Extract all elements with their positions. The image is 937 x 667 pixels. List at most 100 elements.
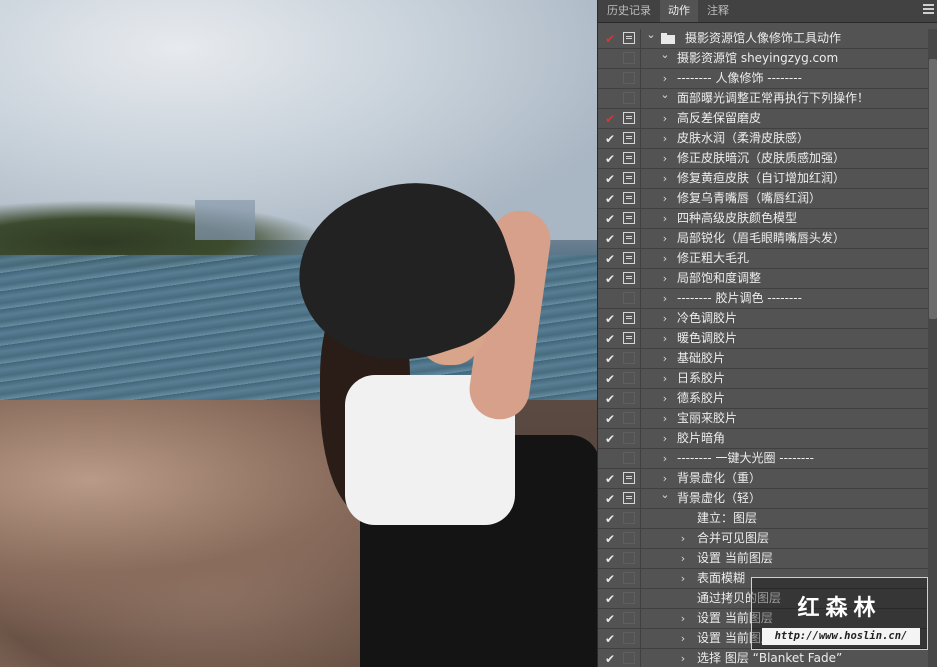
chevron-right-icon[interactable]: › bbox=[659, 369, 671, 388]
action-main[interactable]: › 高反差保留磨皮 bbox=[640, 109, 928, 128]
chevron-right-icon[interactable]: › bbox=[659, 109, 671, 128]
action-main[interactable]: › 修正皮肤暗沉（皮肤质感加强） bbox=[640, 149, 928, 168]
chevron-right-icon[interactable]: › bbox=[659, 269, 671, 288]
action-main[interactable]: › 宝丽来胶片 bbox=[640, 409, 928, 428]
action-main[interactable]: › -------- 胶片调色 -------- bbox=[640, 289, 928, 308]
toggle-check-icon[interactable]: ✔ bbox=[602, 411, 618, 427]
toggle-dialog-icon[interactable] bbox=[623, 32, 635, 44]
toggle-check-icon[interactable]: ✔ bbox=[602, 591, 618, 607]
action-main[interactable]: › 修复乌青嘴唇（嘴唇红润） bbox=[640, 189, 928, 208]
action-main[interactable]: ⌄ 摄影资源馆人像修饰工具动作 bbox=[640, 29, 928, 48]
toggle-dialog-icon[interactable] bbox=[623, 132, 635, 144]
chevron-right-icon[interactable]: › bbox=[659, 149, 671, 168]
action-row[interactable]: › -------- 胶片调色 -------- bbox=[598, 289, 928, 309]
toggle-check-icon[interactable]: ✔ bbox=[602, 611, 618, 627]
toggle-check-icon[interactable] bbox=[602, 51, 618, 67]
toggle-dialog-icon[interactable] bbox=[623, 212, 635, 224]
chevron-right-icon[interactable]: › bbox=[659, 449, 671, 468]
action-row[interactable]: ✔ › 局部饱和度调整 bbox=[598, 269, 928, 289]
action-row[interactable]: ⌄ 摄影资源馆 sheyingzyg.com bbox=[598, 49, 928, 69]
toggle-dialog-icon[interactable] bbox=[623, 252, 635, 264]
chevron-right-icon[interactable]: › bbox=[677, 529, 689, 548]
panel-scrollbar[interactable] bbox=[928, 29, 937, 667]
toggle-dialog-icon[interactable] bbox=[623, 372, 635, 384]
toggle-check-icon[interactable]: ✔ bbox=[602, 311, 618, 327]
action-row[interactable]: ✔ › 修正粗大毛孔 bbox=[598, 249, 928, 269]
action-row[interactable]: ✔ › 选择 图层 “Blanket Fade” bbox=[598, 649, 928, 667]
toggle-dialog-icon[interactable] bbox=[623, 52, 635, 64]
action-main[interactable]: › 局部饱和度调整 bbox=[640, 269, 928, 288]
toggle-dialog-icon[interactable] bbox=[623, 652, 635, 664]
chevron-right-icon[interactable]: › bbox=[677, 649, 689, 667]
action-main[interactable]: › 合并可见图层 bbox=[640, 529, 928, 548]
toggle-dialog-icon[interactable] bbox=[623, 72, 635, 84]
chevron-right-icon[interactable]: › bbox=[659, 349, 671, 368]
toggle-check-icon[interactable]: ✔ bbox=[602, 171, 618, 187]
action-row[interactable]: ✔ › 修正皮肤暗沉（皮肤质感加强） bbox=[598, 149, 928, 169]
chevron-right-icon[interactable]: › bbox=[659, 469, 671, 488]
toggle-dialog-icon[interactable] bbox=[623, 112, 635, 124]
action-main[interactable]: ⌄ 摄影资源馆 sheyingzyg.com bbox=[640, 49, 928, 68]
action-row[interactable]: ✔ ⌄ 摄影资源馆人像修饰工具动作 bbox=[598, 29, 928, 49]
action-main[interactable]: › -------- 人像修饰 -------- bbox=[640, 69, 928, 88]
toggle-check-icon[interactable]: ✔ bbox=[602, 531, 618, 547]
action-main[interactable]: › 胶片暗角 bbox=[640, 429, 928, 448]
action-row[interactable]: ✔ › 日系胶片 bbox=[598, 369, 928, 389]
action-main[interactable]: › 基础胶片 bbox=[640, 349, 928, 368]
action-main[interactable]: › 局部锐化（眉毛眼睛嘴唇头发） bbox=[640, 229, 928, 248]
action-main[interactable]: › 皮肤水润（柔滑皮肤感） bbox=[640, 129, 928, 148]
toggle-check-icon[interactable]: ✔ bbox=[602, 571, 618, 587]
action-row[interactable]: ✔ › 高反差保留磨皮 bbox=[598, 109, 928, 129]
chevron-down-icon[interactable]: ⌄ bbox=[659, 489, 671, 508]
toggle-dialog-icon[interactable] bbox=[623, 312, 635, 324]
chevron-down-icon[interactable]: ⌄ bbox=[659, 89, 671, 108]
chevron-right-icon[interactable]: › bbox=[659, 209, 671, 228]
toggle-dialog-icon[interactable] bbox=[623, 592, 635, 604]
action-main[interactable]: ⌄ 面部曝光调整正常再执行下列操作！ bbox=[640, 89, 928, 108]
toggle-check-icon[interactable]: ✔ bbox=[602, 331, 618, 347]
action-main[interactable]: ⌄ 背景虚化（轻） bbox=[640, 489, 928, 508]
chevron-right-icon[interactable]: › bbox=[659, 189, 671, 208]
action-main[interactable]: › -------- 一键大光圈 -------- bbox=[640, 449, 928, 468]
chevron-right-icon[interactable]: › bbox=[677, 609, 689, 628]
chevron-down-icon[interactable]: ⌄ bbox=[645, 29, 657, 48]
toggle-check-icon[interactable]: ✔ bbox=[602, 551, 618, 567]
action-main[interactable]: › 暖色调胶片 bbox=[640, 329, 928, 348]
action-row[interactable]: ✔ › 修复乌青嘴唇（嘴唇红润） bbox=[598, 189, 928, 209]
toggle-dialog-icon[interactable] bbox=[623, 192, 635, 204]
action-main[interactable]: › 设置 当前图层 bbox=[640, 549, 928, 568]
tab-notes[interactable]: 注释 bbox=[700, 0, 736, 22]
toggle-check-icon[interactable]: ✔ bbox=[602, 491, 618, 507]
tab-history[interactable]: 历史记录 bbox=[600, 0, 658, 22]
action-main[interactable]: › 德系胶片 bbox=[640, 389, 928, 408]
toggle-dialog-icon[interactable] bbox=[623, 412, 635, 424]
panel-menu-icon[interactable] bbox=[923, 4, 934, 16]
toggle-check-icon[interactable]: ✔ bbox=[602, 371, 618, 387]
action-main[interactable]: › 修复黄疸皮肤（自订增加红润） bbox=[640, 169, 928, 188]
toggle-check-icon[interactable]: ✔ bbox=[602, 271, 618, 287]
chevron-right-icon[interactable]: › bbox=[677, 549, 689, 568]
action-row[interactable]: › -------- 人像修饰 -------- bbox=[598, 69, 928, 89]
action-row[interactable]: ✔ › 宝丽来胶片 bbox=[598, 409, 928, 429]
chevron-right-icon[interactable]: › bbox=[659, 229, 671, 248]
toggle-dialog-icon[interactable] bbox=[623, 612, 635, 624]
toggle-check-icon[interactable]: ✔ bbox=[602, 631, 618, 647]
toggle-dialog-icon[interactable] bbox=[623, 432, 635, 444]
toggle-dialog-icon[interactable] bbox=[623, 572, 635, 584]
toggle-dialog-icon[interactable] bbox=[623, 232, 635, 244]
toggle-dialog-icon[interactable] bbox=[623, 632, 635, 644]
chevron-right-icon[interactable]: › bbox=[659, 69, 671, 88]
toggle-check-icon[interactable]: ✔ bbox=[602, 431, 618, 447]
tab-actions[interactable]: 动作 bbox=[660, 0, 698, 22]
toggle-dialog-icon[interactable] bbox=[623, 152, 635, 164]
toggle-dialog-icon[interactable] bbox=[623, 332, 635, 344]
toggle-check-icon[interactable]: ✔ bbox=[602, 131, 618, 147]
toggle-check-icon[interactable]: ✔ bbox=[602, 111, 618, 127]
action-main[interactable]: › 背景虚化（重） bbox=[640, 469, 928, 488]
action-main[interactable]: › 日系胶片 bbox=[640, 369, 928, 388]
toggle-check-icon[interactable] bbox=[602, 451, 618, 467]
toggle-check-icon[interactable]: ✔ bbox=[602, 511, 618, 527]
toggle-check-icon[interactable]: ✔ bbox=[602, 471, 618, 487]
toggle-dialog-icon[interactable] bbox=[623, 512, 635, 524]
chevron-right-icon[interactable]: › bbox=[677, 629, 689, 648]
